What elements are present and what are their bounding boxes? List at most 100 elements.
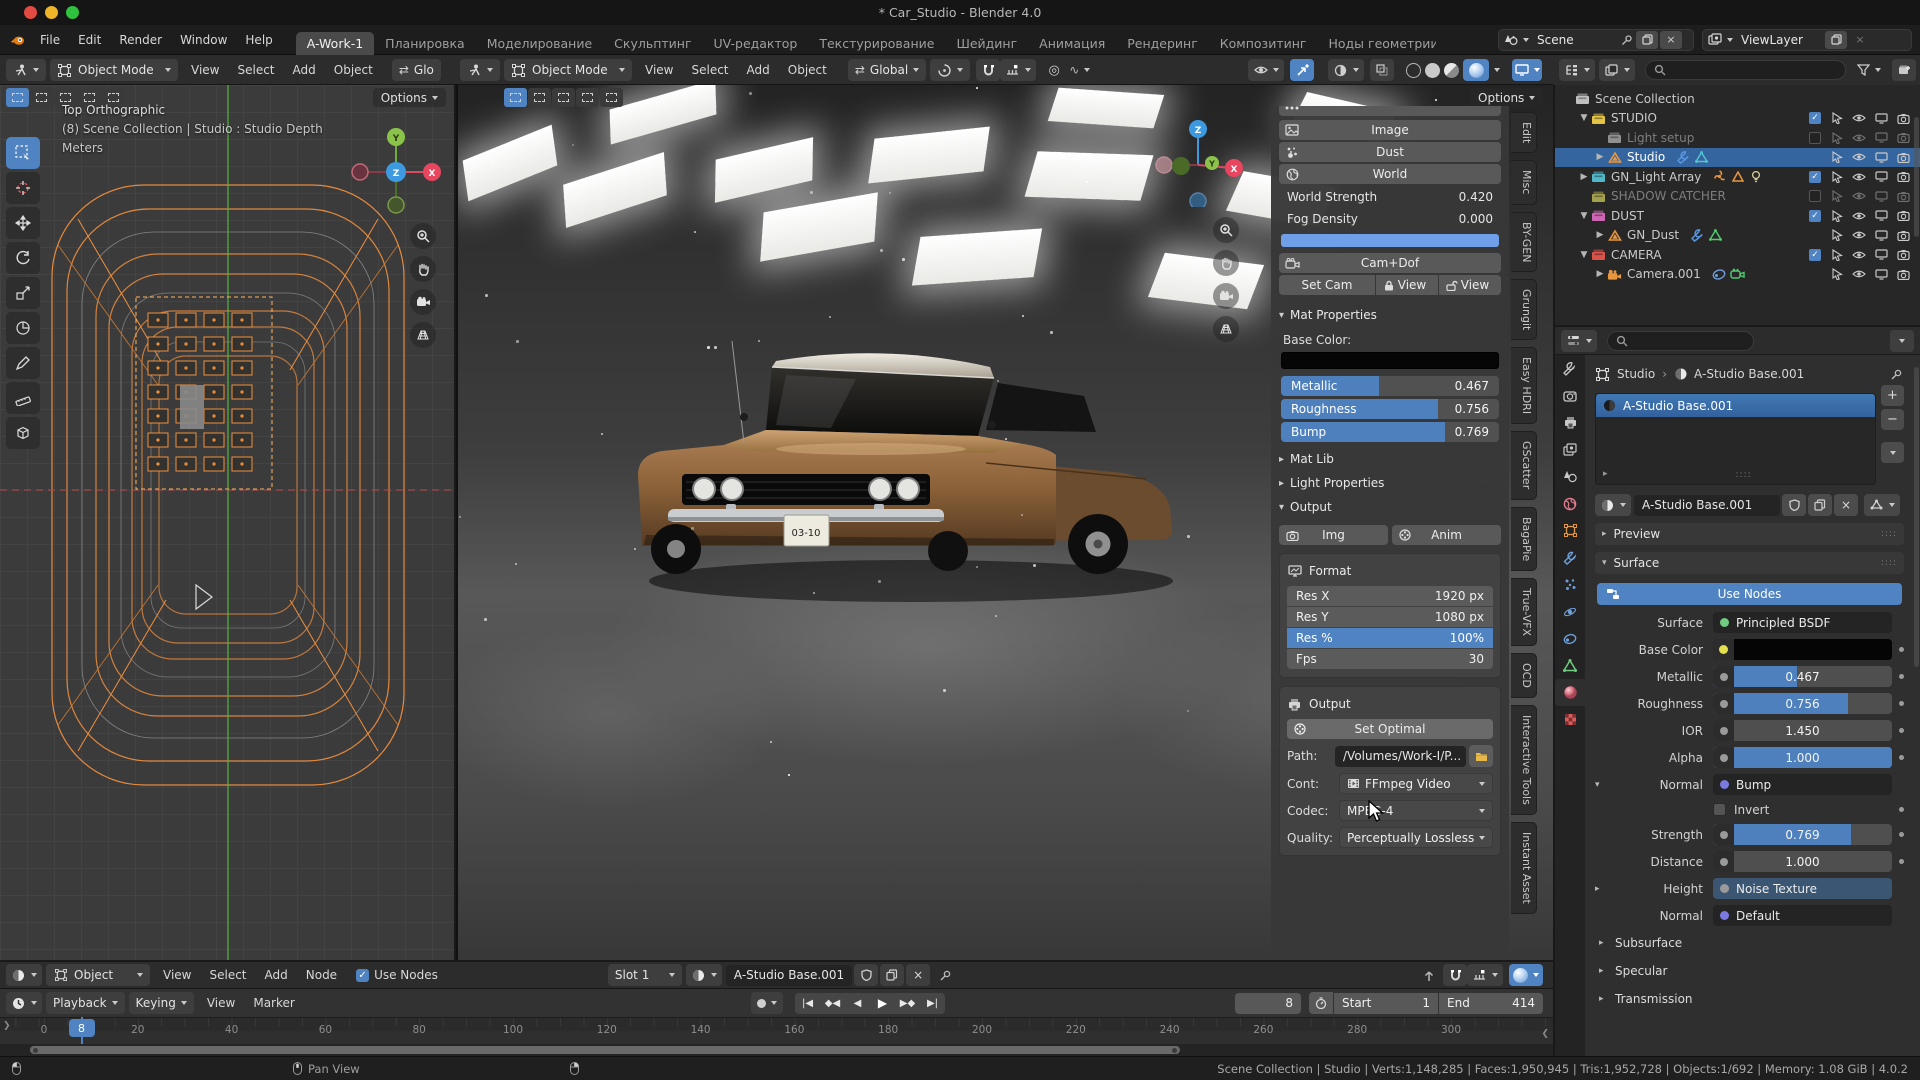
visibility-checkbox[interactable]: ✓ — [1809, 210, 1821, 222]
render-image-button[interactable]: Img — [1279, 525, 1388, 545]
play-reverse-button[interactable]: ◀ — [845, 993, 870, 1014]
specular-panel[interactable]: ▸Specular — [1595, 957, 1904, 985]
sidebar-tab-by-gen[interactable]: BY-GEN — [1511, 212, 1537, 272]
workspace-tab[interactable]: Шейдинг — [945, 32, 1028, 55]
disable-viewport-icon[interactable] — [1870, 269, 1892, 280]
hide-icon[interactable] — [1848, 211, 1870, 221]
outliner-row[interactable]: ▼DUST✓ — [1555, 206, 1920, 226]
move-tool[interactable] — [6, 207, 40, 239]
visibility-checkbox[interactable]: ✓ — [1809, 249, 1821, 261]
roughness-row-slider[interactable]: 0.756 — [1713, 693, 1892, 714]
new-collection-button[interactable] — [1892, 59, 1916, 81]
viewport-menu-view[interactable]: View — [636, 63, 682, 77]
properties-tab-scene[interactable] — [1555, 463, 1585, 490]
selectable-icon[interactable] — [1826, 132, 1848, 144]
sidebar-tab-gscatter[interactable]: GScatter — [1511, 431, 1537, 499]
navigation-gizmo[interactable]: Y X Z — [344, 125, 444, 217]
use-nodes-button[interactable]: Use Nodes — [1597, 583, 1902, 605]
outliner-row[interactable]: ▶GN_Dust — [1555, 226, 1920, 246]
surface-shader-field[interactable]: Principled BSDF — [1713, 612, 1892, 633]
blender-logo-icon[interactable] — [10, 32, 25, 47]
bump-slider[interactable]: Bump0.769 — [1281, 422, 1499, 442]
subsurface-panel[interactable]: ▸Subsurface — [1595, 929, 1904, 957]
delete-scene-button[interactable]: × — [1660, 31, 1682, 49]
camera-view-button[interactable] — [410, 289, 436, 315]
render-anim-button[interactable]: Anim — [1392, 525, 1501, 545]
viewport-menu-view[interactable]: View — [182, 63, 228, 77]
shading-rendered[interactable] — [1463, 59, 1489, 81]
surface-panel-header[interactable]: ▾Surface:::: — [1595, 552, 1904, 574]
output-path-field[interactable]: /Volumes/Work-I/P... — [1335, 746, 1466, 767]
mat-lib-section[interactable]: ▸Mat Lib — [1279, 447, 1501, 471]
viewport-menu-add[interactable]: Add — [738, 63, 779, 77]
expand-toggle[interactable]: ▶ — [1593, 152, 1607, 162]
workspace-tab[interactable]: UV-редактор — [703, 32, 809, 55]
properties-tab-object[interactable] — [1555, 517, 1585, 544]
preview-shading-toggle[interactable] — [1509, 964, 1543, 986]
properties-tab-material[interactable] — [1555, 679, 1585, 706]
transmission-panel[interactable]: ▸Transmission — [1595, 985, 1904, 1013]
invert-checkbox[interactable] — [1713, 803, 1726, 816]
viewport-menu-object[interactable]: Object — [325, 63, 382, 77]
viewport-menu-add[interactable]: Add — [284, 63, 325, 77]
viewlayer-name[interactable]: ViewLayer — [1733, 33, 1823, 47]
disable-render-icon[interactable] — [1892, 230, 1914, 241]
shading-wireframe[interactable] — [1406, 63, 1421, 78]
viewport-render-toggle[interactable] — [1512, 59, 1542, 81]
pivot-point-dropdown[interactable] — [930, 59, 970, 81]
select-mode-button[interactable] — [6, 88, 29, 107]
sidebar-tab-grungit[interactable]: Grungit — [1511, 279, 1537, 340]
remove-slot-button[interactable]: − — [1881, 409, 1904, 430]
outliner-search-input[interactable] — [1645, 60, 1846, 80]
camera-view-button[interactable] — [1213, 283, 1239, 309]
expand-toggle[interactable]: ▶ — [1577, 172, 1591, 182]
disable-render-icon[interactable] — [1892, 210, 1914, 221]
quality-dropdown[interactable]: Perceptually Lossless — [1339, 827, 1493, 848]
shader-mode-dropdown[interactable]: Object — [46, 964, 150, 986]
disable-viewport-icon[interactable] — [1870, 113, 1892, 124]
properties-tab-world[interactable] — [1555, 490, 1585, 517]
browse-folder-button[interactable] — [1469, 745, 1493, 767]
unlink-material-button[interactable]: × — [1834, 494, 1858, 516]
outliner-item-label[interactable]: Light setup — [1627, 131, 1694, 145]
disable-viewport-icon[interactable] — [1870, 210, 1892, 221]
set-cam-button[interactable]: Set Cam — [1279, 275, 1375, 295]
node-specials-dropdown[interactable] — [1864, 494, 1900, 516]
hide-icon[interactable] — [1848, 152, 1870, 162]
ior-row-slider[interactable]: 1.450 — [1713, 720, 1892, 741]
timeline-editor-type[interactable] — [6, 992, 42, 1014]
base-color-swatch[interactable] — [1713, 639, 1892, 660]
alpha-row-slider[interactable]: 1.000 — [1713, 747, 1892, 768]
view-unlocked-button[interactable]: View — [1439, 275, 1501, 295]
gizmos-toggle[interactable] — [1290, 59, 1314, 81]
viewport-menu-object[interactable]: Object — [779, 63, 836, 77]
pin-icon[interactable] — [1889, 367, 1904, 382]
resx-field[interactable]: Res X1920 px — [1287, 586, 1493, 606]
sidebar-tab-interactive-tools[interactable]: Interactive Tools — [1511, 705, 1537, 815]
distance-row-slider[interactable]: 1.000 — [1713, 851, 1892, 872]
outliner-editor-type[interactable] — [1559, 59, 1595, 81]
image-button[interactable]: Image — [1279, 120, 1501, 140]
properties-tab-physics[interactable] — [1555, 598, 1585, 625]
properties-tab-data[interactable] — [1555, 652, 1585, 679]
next-keyframe-button[interactable]: ▶◆ — [895, 993, 920, 1014]
base-color-swatch[interactable] — [1281, 352, 1499, 369]
current-frame-field[interactable]: 8 — [1235, 993, 1301, 1014]
sidebar-tab-misc[interactable]: Misc — [1511, 160, 1537, 204]
selectable-icon[interactable] — [1826, 151, 1848, 163]
normal-default-field[interactable]: Default — [1713, 905, 1892, 926]
disable-viewport-icon[interactable] — [1870, 249, 1892, 260]
selectable-icon[interactable] — [1826, 190, 1848, 202]
start-frame-field[interactable]: Start1 — [1334, 993, 1438, 1014]
pan-button[interactable] — [410, 256, 436, 282]
color-bar[interactable] — [1281, 234, 1499, 247]
mode-dropdown[interactable]: Object Mode — [504, 59, 632, 81]
breadcrumb-material[interactable]: A-Studio Base.001 — [1694, 367, 1804, 381]
menu-window[interactable]: Window — [171, 33, 236, 47]
grid-perspective-button[interactable] — [410, 322, 436, 348]
options-button[interactable]: Options — [373, 88, 446, 107]
keyframe-dot[interactable] — [1899, 674, 1904, 679]
menu-render[interactable]: Render — [110, 33, 171, 47]
workspace-tab[interactable]: Планировка — [374, 32, 476, 55]
outliner-row[interactable]: ▶Studio — [1555, 148, 1920, 168]
